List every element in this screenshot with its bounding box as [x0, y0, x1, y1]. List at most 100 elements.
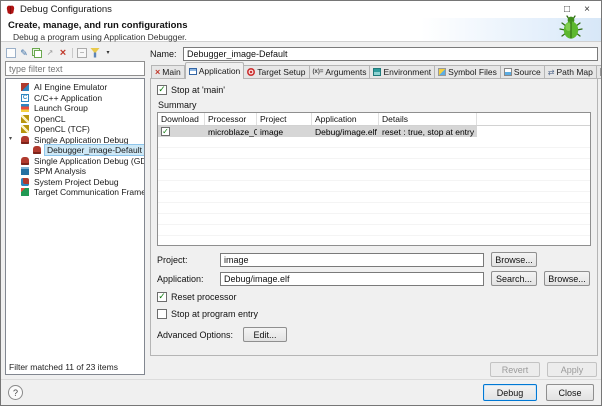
column-header-application: Application	[312, 113, 379, 125]
debug-bug-logo	[557, 11, 585, 41]
tree-item-spm-analysis[interactable]: SPM Analysis	[6, 166, 144, 177]
system-project-debug-icon	[21, 178, 29, 186]
export-configuration-icon[interactable]	[45, 48, 55, 58]
filter-match-status: Filter matched 11 of 23 items	[9, 362, 118, 372]
page-title: Create, manage, and run configurations	[8, 20, 601, 31]
cell-processor: microblaze_0	[205, 126, 257, 137]
duplicate-configuration-icon[interactable]	[32, 48, 42, 58]
filter-configurations-icon[interactable]	[90, 48, 100, 58]
tab-target-setup[interactable]: Target Setup	[244, 65, 309, 79]
debug-configurations-dialog: Debug Configurations □ × Create, manage,…	[0, 0, 602, 406]
arguments-tab-icon	[313, 69, 324, 75]
help-button[interactable]: ?	[8, 385, 23, 400]
sidebar-toolbar	[4, 45, 146, 60]
empty-table-row	[158, 236, 590, 246]
application-search-button[interactable]: Search...	[491, 271, 537, 286]
application-browse-button[interactable]: Browse...	[544, 271, 590, 286]
dialog-body: AI Engine Emulator C/C++ Application Lau…	[1, 42, 601, 379]
project-application-form: Project: Browse... Application: Search..…	[157, 252, 591, 342]
expand-arrow-icon[interactable]: ▾	[9, 135, 12, 142]
summary-table: Download Processor Project Application D…	[157, 112, 591, 246]
empty-table-row	[158, 225, 590, 236]
source-tab-icon	[504, 68, 512, 76]
stop-at-program-entry-checkbox[interactable]: ✓	[157, 309, 167, 319]
tab-environment[interactable]: Environment	[370, 65, 435, 79]
summary-label: Summary	[158, 100, 591, 110]
filter-menu-dropdown-icon[interactable]	[103, 48, 113, 58]
stop-at-main-checkbox[interactable]: ✓	[157, 85, 167, 95]
advanced-options-row: Advanced Options: Edit...	[157, 327, 590, 342]
apply-button[interactable]: Apply	[547, 362, 597, 377]
ai-engine-emulator-icon	[21, 83, 29, 91]
table-row[interactable]: ✓ microblaze_0 image Debug/image.elf res…	[158, 126, 590, 137]
name-label: Name:	[150, 49, 183, 59]
toolbar-separator	[72, 48, 73, 58]
application-tab-icon	[189, 68, 197, 75]
revert-button[interactable]: Revert	[490, 362, 540, 377]
tree-item-single-application-debug-gdb[interactable]: Single Application Debug (GDB)	[6, 156, 144, 167]
tab-path-map[interactable]: Path Map	[545, 65, 597, 79]
column-header-processor: Processor	[205, 113, 257, 125]
tab-arguments[interactable]: Arguments	[310, 65, 371, 79]
tab-common[interactable]: Common	[597, 65, 602, 79]
reset-processor-label: Reset processor	[171, 292, 237, 302]
main-tab-icon	[155, 67, 160, 77]
debug-button[interactable]: Debug	[483, 384, 537, 401]
opencl-tcf-icon	[21, 125, 29, 133]
advanced-options-label: Advanced Options:	[157, 330, 233, 340]
single-application-debug-gdb-icon	[21, 157, 29, 165]
project-input[interactable]	[220, 253, 484, 267]
tree-item-opencl-tcf[interactable]: OpenCL (TCF)	[6, 124, 144, 135]
advanced-options-edit-button[interactable]: Edit...	[243, 327, 287, 342]
new-prototype-icon[interactable]	[19, 48, 29, 58]
tree-item-opencl[interactable]: OpenCL	[6, 114, 144, 125]
title-bar: Debug Configurations □ ×	[1, 1, 601, 18]
configuration-detail-panel: Name: Main Application Target Setup	[150, 45, 598, 379]
filter-input[interactable]	[5, 61, 145, 76]
tree-item-target-communication-framework[interactable]: Target Communication Framework	[6, 187, 144, 198]
tab-source[interactable]: Source	[501, 65, 545, 79]
empty-table-row	[158, 159, 590, 170]
application-tab-content: ✓ Stop at 'main' Summary Download Proces…	[150, 78, 598, 356]
reset-processor-row: ✓ Reset processor	[157, 290, 590, 303]
empty-table-row	[158, 170, 590, 181]
name-row: Name:	[150, 45, 598, 62]
page-subtitle: Debug a program using Application Debugg…	[13, 32, 601, 42]
column-header-details: Details	[379, 113, 477, 125]
path-map-tab-icon	[548, 68, 555, 77]
cell-application: Debug/image.elf	[312, 126, 379, 137]
collapse-all-icon[interactable]	[77, 48, 87, 58]
tab-main[interactable]: Main	[151, 65, 185, 79]
window-title: Debug Configurations	[20, 4, 557, 15]
download-checkbox[interactable]: ✓	[161, 127, 170, 136]
tree-item-debugger-image-default[interactable]: Debugger_image-Default	[6, 145, 144, 156]
new-configuration-icon[interactable]	[6, 48, 16, 58]
project-label: Project:	[157, 255, 213, 265]
tab-symbol-files[interactable]: Symbol Files	[435, 65, 501, 79]
tree-item-launch-group[interactable]: Launch Group	[6, 103, 144, 114]
close-button[interactable]: Close	[546, 384, 594, 401]
tree-item-system-project-debug[interactable]: System Project Debug	[6, 177, 144, 188]
empty-table-row	[158, 203, 590, 214]
target-communication-framework-icon	[21, 188, 29, 196]
tree-item-ai-engine-emulator[interactable]: AI Engine Emulator	[6, 82, 144, 93]
cpp-application-icon	[21, 94, 29, 102]
column-header-project: Project	[257, 113, 312, 125]
environment-tab-icon	[373, 68, 381, 76]
stop-at-main-row: ✓ Stop at 'main'	[157, 83, 591, 96]
debug-configuration-icon	[33, 146, 41, 154]
spm-analysis-icon	[21, 167, 29, 175]
stop-at-program-entry-label: Stop at program entry	[171, 309, 258, 319]
application-input[interactable]	[220, 272, 484, 286]
tree-item-cpp-application[interactable]: C/C++ Application	[6, 93, 144, 104]
name-input[interactable]	[183, 47, 598, 61]
empty-table-row	[158, 137, 590, 148]
opencl-icon	[21, 115, 29, 123]
tab-application[interactable]: Application	[185, 62, 245, 79]
single-application-debug-icon	[21, 136, 29, 144]
stop-at-main-label: Stop at 'main'	[171, 85, 225, 95]
symbol-files-tab-icon	[438, 68, 446, 76]
project-browse-button[interactable]: Browse...	[491, 252, 537, 267]
delete-configuration-icon[interactable]	[58, 48, 68, 58]
reset-processor-checkbox[interactable]: ✓	[157, 292, 167, 302]
